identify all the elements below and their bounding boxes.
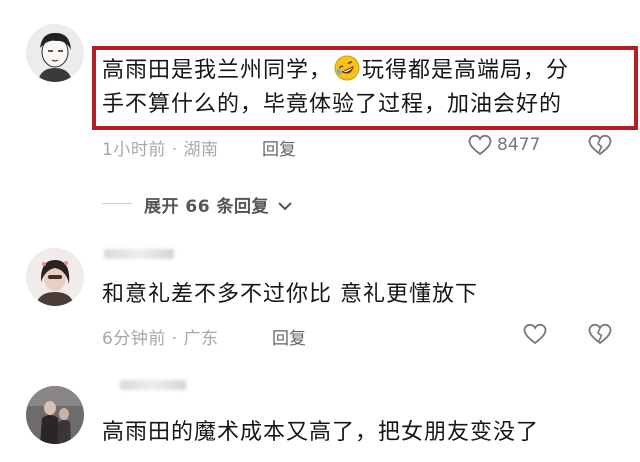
comment-1-location: 湖南 [183,140,219,160]
expand-replies-button[interactable]: 展开 66 条回复 [144,192,293,217]
expand-divider [102,203,132,204]
like-heart-icon[interactable] [523,323,547,345]
comment-2-time: 6分钟前 [102,329,166,349]
avatar-commenter-3[interactable] [26,386,84,444]
expand-replies-label: 展开 66 条回复 [144,197,269,217]
meta-separator: · [171,329,178,349]
username-blurred [104,249,174,259]
comment-1-text: 高雨田是我兰州同学， 玩得都是高端局，分 手不算什么的，毕竟体验了过程，加油会好… [102,54,632,122]
comment-2-text: 和意礼差不多不过你比 意礼更懂放下 [102,282,478,307]
meta-separator: · [171,140,178,160]
comment-3-text: 高雨田的魔术成本又高了，把女朋友变没了 [102,420,540,445]
comment-2-location: 广东 [183,329,219,349]
photo-avatar-icon [26,248,84,306]
like-heart-icon[interactable] [468,134,492,156]
comment-1-text-part2: 玩得都是高端局，分 [362,58,570,83]
avatar-commenter-2[interactable] [26,248,84,306]
cartoon-avatar-icon [26,24,84,82]
dislike-broken-heart-icon[interactable] [588,323,612,345]
comment-1-text-part1: 高雨田是我兰州同学， [102,58,333,83]
chevron-down-icon [277,197,293,217]
username-blurred [120,380,186,390]
comment-2-reply-button[interactable]: 回复 [272,324,306,349]
photo-avatar-icon [26,386,84,444]
rolling-laughing-emoji-icon [334,55,360,81]
comment-1-like-count: 8477 [497,135,541,155]
comment-1-time: 1小时前 [102,140,166,160]
comment-2-meta: 6分钟前 · 广东 [102,324,219,349]
comment-1-reply-button[interactable]: 回复 [262,135,296,160]
dislike-broken-heart-icon[interactable] [588,134,612,156]
comment-1-meta: 1小时前 · 湖南 [102,135,219,160]
avatar-commenter-1[interactable] [26,24,84,82]
comment-1-text-line2: 手不算什么的，毕竟体验了过程，加油会好的 [102,92,563,117]
